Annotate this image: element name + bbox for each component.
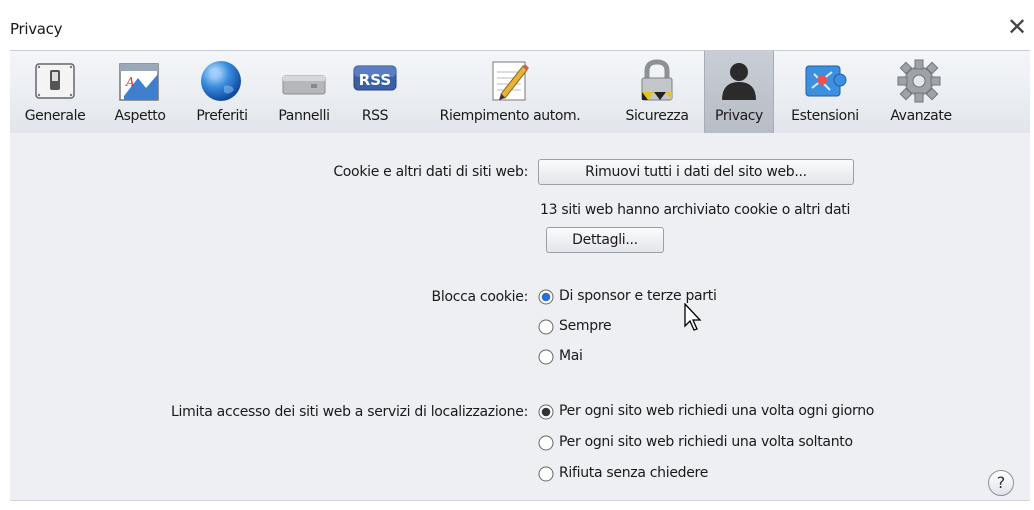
tab-label: Privacy <box>715 108 763 124</box>
tab-estensioni[interactable]: Estensioni <box>780 51 870 133</box>
radio-label: Sempre <box>559 318 612 334</box>
tab-sicurezza[interactable]: Sicurezza <box>613 51 701 133</box>
tab-aspetto[interactable]: A Aspetto <box>100 51 180 133</box>
radio-label: Mai <box>559 348 583 364</box>
preferences-toolbar: Generale A Aspetto Preferiti Pannelli RS… <box>10 50 1030 134</box>
tab-avanzate[interactable]: Avanzate <box>876 51 966 133</box>
tab-generale[interactable]: Generale <box>10 51 100 133</box>
location-services-label: Limita accesso dei siti web a servizi di… <box>171 404 528 420</box>
radio-label: Di sponsor e terze parti <box>559 288 717 304</box>
tab-label: Estensioni <box>791 108 859 124</box>
details-button[interactable]: Dettagli... <box>546 227 664 253</box>
tab-label: Generale <box>24 108 86 124</box>
tab-label: Sicurezza <box>625 108 689 124</box>
tab-label: Riempimento autom. <box>439 108 581 124</box>
block-cookies-label: Blocca cookie: <box>431 289 529 305</box>
radio-label: Rifiuta senza chiedere <box>559 465 709 481</box>
mouse-cursor-icon <box>684 303 702 331</box>
privacy-pane <box>10 133 1030 500</box>
svg-text:RSS: RSS <box>359 71 391 89</box>
radio-unselected-icon <box>538 349 554 365</box>
lock-icon <box>641 59 673 101</box>
radio-label: Per ogni sito web richiedi una volta ogn… <box>559 403 875 419</box>
puzzle-icon <box>805 65 847 97</box>
window-title: Privacy <box>10 20 63 38</box>
radio-label: Per ogni sito web richiedi una volta sol… <box>559 434 853 450</box>
pane-bottom-edge <box>10 500 1030 501</box>
cookies-label: Cookie e altri dati di siti web: <box>333 164 528 180</box>
tab-label: RSS <box>361 108 389 124</box>
tab-pannelli[interactable]: Pannelli <box>264 51 344 133</box>
cookies-info-text: 13 siti web hanno archiviato cookie o al… <box>540 202 851 218</box>
gear-icon <box>897 59 941 103</box>
appearance-icon: A <box>119 63 159 101</box>
tab-riempimento-autom[interactable]: Riempimento autom. <box>415 51 605 133</box>
panels-icon <box>282 75 326 95</box>
radio-unselected-icon <box>538 466 554 482</box>
radio-selected-icon <box>538 289 554 305</box>
radio-unselected-icon <box>538 319 554 335</box>
pencil-icon <box>492 61 529 101</box>
tab-preferiti[interactable]: Preferiti <box>180 51 264 133</box>
radio-unselected-icon <box>538 435 554 451</box>
remove-all-website-data-button[interactable]: Rimuovi tutti i dati del sito web... <box>538 159 854 185</box>
tab-label: Avanzate <box>890 108 952 124</box>
title-bar: Privacy ✕ <box>0 0 1034 50</box>
tab-privacy[interactable]: Privacy <box>704 51 774 133</box>
tab-rss[interactable]: RSS RSS <box>344 51 406 133</box>
radio-selected-icon <box>538 404 554 420</box>
tab-label: Pannelli <box>278 108 330 124</box>
help-button[interactable]: ? <box>988 470 1014 496</box>
svg-text:A: A <box>125 75 135 89</box>
globe-icon <box>201 61 241 101</box>
tab-label: Aspetto <box>114 108 166 124</box>
person-icon <box>722 63 756 100</box>
switch-icon <box>35 63 75 99</box>
tab-label: Preferiti <box>196 108 248 124</box>
rss-icon: RSS <box>353 65 397 91</box>
close-icon[interactable]: ✕ <box>1004 14 1030 40</box>
